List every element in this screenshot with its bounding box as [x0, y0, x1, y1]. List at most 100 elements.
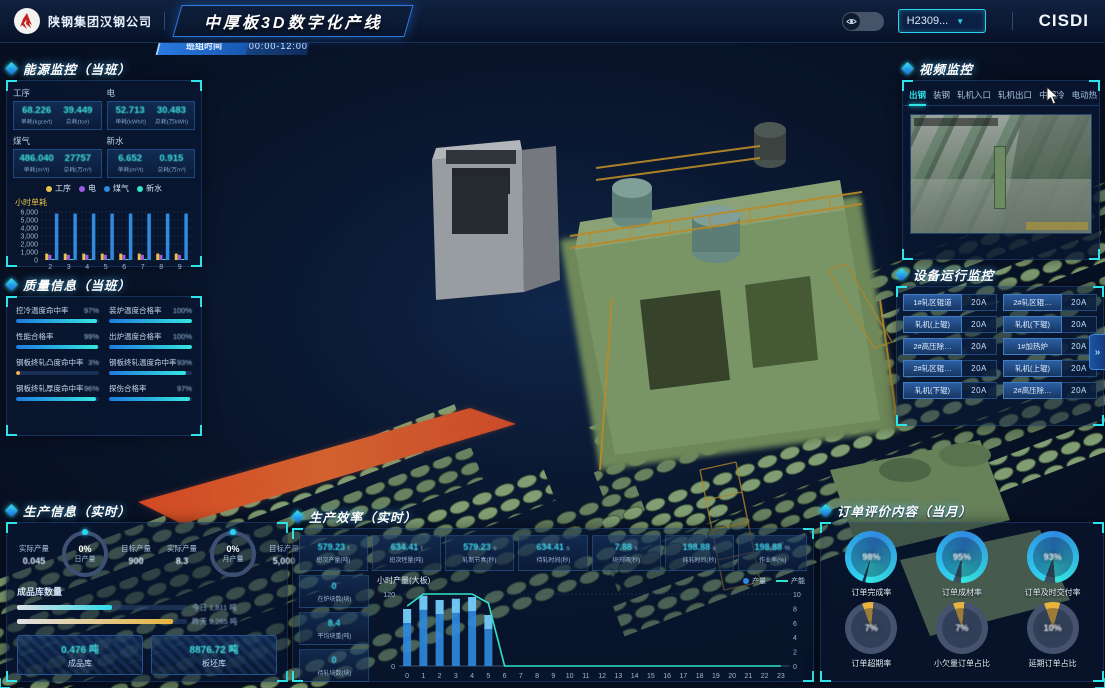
quality-metric: 控冷温度命中率97%	[16, 305, 99, 323]
equipment-current-value: 20A	[1062, 316, 1097, 333]
svg-text:3: 3	[454, 673, 458, 680]
energy-group: 工序68.226单耗(kgce/t)39.449总耗(tce)	[13, 86, 102, 130]
double-chevron-icon: »	[1095, 347, 1101, 358]
equipment-panel-title: 设备运行监控	[913, 265, 994, 284]
efficiency-stat-tile: 579.23 s轧制节奏(秒)	[445, 535, 514, 571]
efficiency-stat-value: 579.23 s	[463, 542, 496, 552]
energy-unit: 单耗(m³/t)	[18, 165, 55, 174]
equipment-chip[interactable]: 轧机(下辊)20A	[903, 382, 997, 399]
efficiency-stat-label: 块间隔(秒)	[612, 554, 640, 563]
equipment-chip[interactable]: 2#高压除…20A	[903, 338, 997, 355]
legend-dot-icon	[743, 578, 749, 584]
equipment-current-value: 20A	[1062, 294, 1097, 311]
camera-tab-轧机入口[interactable]: 轧机入口	[957, 87, 991, 105]
energy-group-box: 52.713单耗(kWh/t)30.483总耗(万kWh)	[107, 101, 196, 130]
corner-bracket	[902, 80, 913, 91]
inventory-cards: 0.476 吨成品库8876.72 吨板坯库	[17, 635, 277, 675]
svg-text:120: 120	[383, 592, 395, 599]
equipment-chip[interactable]: 1#加热炉20A	[1003, 338, 1097, 355]
stat-value: 8.3	[159, 556, 205, 566]
equipment-chip[interactable]: 2#轧区辊…20A	[903, 360, 997, 377]
order-donut-value: 98%	[862, 552, 880, 562]
chevron-down-icon: ▼	[956, 17, 964, 26]
svg-text:8: 8	[159, 264, 163, 270]
svg-text:8: 8	[535, 673, 539, 680]
corner-bracket	[191, 80, 202, 91]
order-donut-label: 订单超期率	[851, 658, 891, 669]
efficiency-stat-tile: 198.88 s纯轧时间(秒)	[665, 535, 734, 571]
equipment-chip[interactable]: 轧机(下辊)20A	[1003, 316, 1097, 333]
ring-tick-icon	[82, 529, 88, 535]
equipment-panel: 设备运行监控 1#轧区辊道20A2#轧区辊…20A轧机(上辊)20A轧机(下辊)…	[896, 286, 1104, 426]
legend-label: 工序	[55, 183, 71, 194]
svg-text:7: 7	[141, 264, 145, 270]
equipment-current-value: 20A	[962, 316, 997, 333]
heat-number-select[interactable]: H2309... ▼	[898, 9, 986, 33]
cctv-thumbnail[interactable]	[910, 114, 1092, 234]
order-donut: 98% 订单完成率	[827, 531, 916, 598]
camera-tab-中间冷[interactable]: 中间冷	[1039, 87, 1065, 105]
camera-tab-轧机出口[interactable]: 轧机出口	[998, 87, 1032, 105]
legend-label: 产量	[752, 576, 766, 586]
svg-text:13: 13	[614, 673, 622, 680]
actual-output-stat: 实际产量8.3	[159, 543, 205, 566]
energy-value: 0.915	[151, 153, 192, 164]
quality-metric: 探伤合格率97%	[109, 383, 192, 401]
order-donut-ring: 10%	[1027, 602, 1079, 654]
panel-collapse-handle[interactable]: »	[1089, 334, 1105, 370]
order-donut-ring: 7%	[845, 602, 897, 654]
energy-stat: 486.040单耗(m³/t)	[16, 153, 57, 174]
inventory-section-label: 成品库数量	[17, 585, 287, 598]
energy-unit: 总耗(万m³)	[59, 165, 96, 174]
equipment-chip[interactable]: 1#轧区辊道20A	[903, 294, 997, 311]
inventory-card[interactable]: 0.476 吨成品库	[17, 635, 143, 675]
efficiency-stat-label: 纯轧时间(秒)	[682, 554, 716, 563]
monthly-output-group: 实际产量8.30%月产量目标产量5,000	[159, 531, 307, 577]
visibility-toggle[interactable]	[842, 12, 884, 31]
quality-progress-track	[109, 371, 192, 375]
quality-metric-label: 出炉温度合格率	[109, 331, 162, 342]
corner-bracket	[820, 671, 831, 682]
svg-text:4,000: 4,000	[20, 226, 38, 233]
energy-stat: 27757总耗(万m³)	[57, 153, 98, 174]
inventory-card[interactable]: 8876.72 吨板坯库	[151, 635, 277, 675]
quality-metric-row: 钢板终轧厚度命中率96%	[16, 383, 99, 394]
svg-text:10: 10	[566, 673, 574, 680]
order-donut-hole: 7%	[942, 608, 982, 648]
stat-label: 实际产量	[11, 543, 57, 554]
camera-tab-装钢[interactable]: 装钢	[933, 87, 950, 105]
legend-item: 工序	[46, 183, 71, 194]
corner-bracket	[803, 528, 814, 539]
legend-label: 产能	[791, 576, 805, 586]
svg-text:21: 21	[744, 673, 752, 680]
cctv-crane	[994, 146, 1006, 209]
efficiency-stat-value: 7.88 s	[614, 542, 637, 552]
daily-progress-ring: 0%日产量	[62, 531, 108, 577]
equipment-chip[interactable]: 轧机(上辊)20A	[1003, 360, 1097, 377]
quality-metric-label: 钢板终轧厚度命中率	[16, 383, 84, 394]
order-donut: 93%订单及时交付率	[1008, 531, 1097, 598]
inventory-bar-label: 今日 1,811 吨	[192, 602, 237, 613]
energy-group-name: 煤气	[13, 135, 102, 147]
order-donut: 10%延期订单占比	[1008, 602, 1097, 669]
cisdi-logo: CISDI	[1039, 11, 1089, 31]
energy-panel-title: 能源监控（当班）	[23, 59, 131, 78]
quality-progress-fill	[109, 319, 192, 323]
quality-metric-value: 93%	[177, 358, 192, 367]
order-donut-hole: 93%	[1033, 537, 1073, 577]
order-donut-label: 订单完成率	[851, 587, 891, 598]
equipment-chip[interactable]: 2#高压除…20A	[1003, 382, 1097, 399]
energy-value: 68.226	[16, 105, 57, 116]
quality-metric-label: 控冷温度命中率	[16, 305, 69, 316]
panel-diamond-icon	[5, 504, 18, 517]
order-donut-value: 93%	[1044, 552, 1062, 562]
equipment-chip[interactable]: 2#轧区辊…20A	[1003, 294, 1097, 311]
corner-bracket	[292, 528, 303, 539]
legend-label: 电	[88, 183, 96, 194]
efficiency-stat-value: 634.41 t	[391, 542, 423, 552]
quality-metric-value: 100%	[173, 332, 192, 341]
quality-progress-fill	[109, 397, 190, 401]
energy-group-name: 新水	[107, 135, 196, 147]
equipment-chip[interactable]: 轧机(上辊)20A	[903, 316, 997, 333]
energy-stat: 39.449总耗(tce)	[57, 105, 98, 126]
